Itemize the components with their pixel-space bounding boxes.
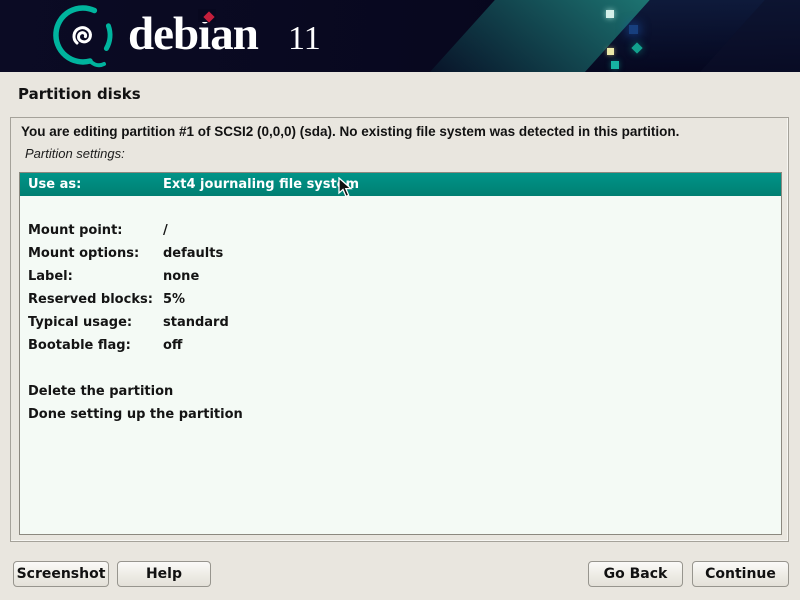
- list-item-label: Reserved blocks:: [28, 288, 153, 311]
- list-item[interactable]: Reserved blocks: 5%: [20, 288, 781, 311]
- page-title: Partition disks: [18, 85, 141, 103]
- list-spacer: [20, 196, 781, 219]
- list-item[interactable]: Use as: Ext4 journaling file system: [20, 173, 781, 196]
- list-item-value: standard: [163, 311, 229, 334]
- list-item[interactable]: Mount point: /: [20, 219, 781, 242]
- content-frame: You are editing partition #1 of SCSI2 (0…: [10, 117, 789, 542]
- brand-version: 11: [288, 20, 321, 58]
- list-item[interactable]: Mount options: defaults: [20, 242, 781, 265]
- list-item-value: /: [163, 219, 168, 242]
- info-message: You are editing partition #1 of SCSI2 (0…: [21, 124, 781, 139]
- list-spacer: [20, 357, 781, 380]
- debian-banner: debian 11: [0, 0, 800, 72]
- list-item[interactable]: Typical usage: standard: [20, 311, 781, 334]
- list-item[interactable]: Bootable flag: off: [20, 334, 781, 357]
- debian-swirl-icon: [46, 3, 120, 69]
- go-back-button[interactable]: Go Back: [588, 561, 683, 587]
- settings-list[interactable]: Use as: Ext4 journaling file system Mount …: [19, 172, 782, 535]
- list-item-label: Done setting up the partition: [28, 403, 243, 426]
- list-item-label: Bootable flag:: [28, 334, 131, 357]
- list-item-value: off: [163, 334, 182, 357]
- banner-art-square: [606, 10, 614, 18]
- list-item[interactable]: Done setting up the partition: [20, 403, 781, 426]
- partition-settings-label: Partition settings:: [25, 146, 125, 161]
- list-item[interactable]: Delete the partition: [20, 380, 781, 403]
- list-item-value: 5%: [163, 288, 185, 311]
- screenshot-button[interactable]: Screenshot: [13, 561, 109, 587]
- banner-art-square: [607, 48, 614, 55]
- installer-window: debian 11 Partition disks You are editin…: [0, 0, 800, 600]
- list-item-label: Label:: [28, 265, 73, 288]
- continue-button[interactable]: Continue: [692, 561, 789, 587]
- list-item-value: Ext4 journaling file system: [163, 173, 359, 196]
- help-button[interactable]: Help: [117, 561, 211, 587]
- list-item-label: Delete the partition: [28, 380, 173, 403]
- list-item-label: Typical usage:: [28, 311, 132, 334]
- list-item[interactable]: Label: none: [20, 265, 781, 288]
- banner-art-square: [629, 25, 638, 34]
- list-item-value: none: [163, 265, 199, 288]
- list-item-label: Mount options:: [28, 242, 139, 265]
- brand-wordmark: debian: [128, 7, 258, 61]
- list-item-label: Mount point:: [28, 219, 122, 242]
- list-item-label: Use as:: [28, 173, 81, 196]
- banner-art-square: [611, 61, 619, 69]
- list-item-value: defaults: [163, 242, 223, 265]
- mouse-cursor-icon: [338, 177, 353, 198]
